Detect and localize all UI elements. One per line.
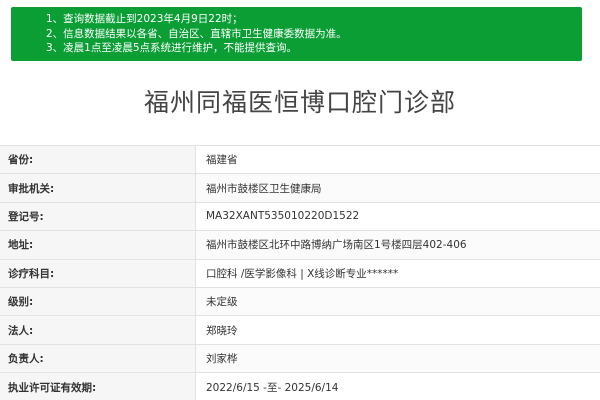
notice-line-1: 1、查询数据截止到2023年4月9日22时； <box>46 13 243 25</box>
row-value-registration-number: MA32XANT535010220D1522 <box>195 201 600 231</box>
page-title: 福州同福医恒博口腔门诊部 <box>143 88 456 117</box>
table-row: 法人: 郑晓玲 <box>0 315 600 345</box>
info-table: 省份: 福建省 审批机关: 福州市鼓楼区卫生健康局 登记号: MA32XANT5… <box>0 144 600 400</box>
page: 1、查询数据截止到2023年4月9日22时； 2、信息数据结果以各省、自治区、直… <box>0 0 600 400</box>
table-row: 诊疗科目: 口腔科 /医学影像科 | X线诊断专业****** <box>0 258 600 288</box>
table-row: 地址: 福州市鼓楼区北环中路博纳广场南区1号楼四层402-406 <box>0 230 600 260</box>
row-label-license-validity: 执业许可证有效期: <box>0 372 196 400</box>
row-label-address: 地址: <box>0 230 196 260</box>
table-row: 审批机关: 福州市鼓楼区卫生健康局 <box>0 173 600 203</box>
row-label-province: 省份: <box>0 144 196 174</box>
row-value-approval-authority: 福州市鼓楼区卫生健康局 <box>195 173 600 203</box>
row-label-level: 级别: <box>0 286 196 316</box>
row-label-approval-authority: 审批机关: <box>0 173 196 203</box>
row-label-legal-person: 法人: <box>0 315 196 345</box>
notice-line-2: 2、信息数据结果以各省、自治区、直辖市卫生健康委数据为准。 <box>46 27 347 40</box>
row-label-departments: 诊疗科目: <box>0 258 196 288</box>
row-value-person-in-charge: 刘家桦 <box>195 343 600 373</box>
row-value-level: 未定级 <box>195 286 600 316</box>
notice-line-3: 3、凌晨1点至凌晨5点系统进行维护，不能提供查询。 <box>46 42 298 54</box>
row-value-province: 福建省 <box>195 144 600 174</box>
table-row: 执业许可证有效期: 2022/6/15 -至- 2025/6/14 <box>0 372 600 400</box>
row-value-legal-person: 郑晓玲 <box>195 315 600 345</box>
row-value-departments: 口腔科 /医学影像科 | X线诊断专业****** <box>195 258 600 288</box>
row-label-registration-number: 登记号: <box>0 201 196 231</box>
table-row: 级别: 未定级 <box>0 286 600 316</box>
row-label-person-in-charge: 负责人: <box>0 343 196 373</box>
table-row: 负责人: 刘家桦 <box>0 343 600 373</box>
row-value-license-validity: 2022/6/15 -至- 2025/6/14 <box>195 372 600 400</box>
row-value-address: 福州市鼓楼区北环中路博纳广场南区1号楼四层402-406 <box>195 230 600 260</box>
table-row: 登记号: MA32XANT535010220D1522 <box>0 201 600 231</box>
notice-banner: 1、查询数据截止到2023年4月9日22时； 2、信息数据结果以各省、自治区、直… <box>11 7 582 61</box>
table-row: 省份: 福建省 <box>0 144 600 174</box>
